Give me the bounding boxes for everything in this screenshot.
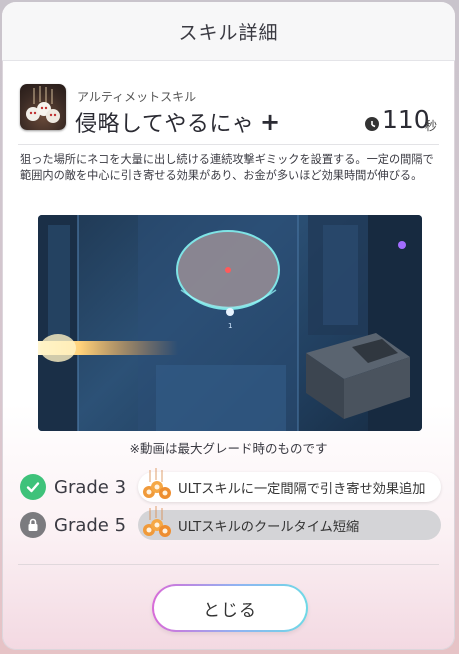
skill-category: アルティメットスキル <box>77 90 197 104</box>
video-note: ※動画は最大グレード時のものです <box>129 441 328 456</box>
cooldown-unit: 秒 <box>425 119 438 133</box>
grade-row-5: Grade 5 ULTスキルのクールタイム短縮 <box>20 506 441 541</box>
divider <box>18 144 439 145</box>
cat-bombs-icon <box>140 468 174 504</box>
close-button-label: とじる <box>203 600 257 621</box>
grade-effect-pill: ULTスキルのクールタイム短縮 <box>138 506 441 540</box>
grade-row-3: Grade 3 ULTスキルに一定間隔で引き寄せ効果追加 <box>20 468 441 503</box>
grade-effect-text: ULTスキルに一定間隔で引き寄せ効果追加 <box>178 481 426 497</box>
clock-icon <box>365 117 379 131</box>
grade-label: Grade 5 <box>54 514 127 536</box>
player-marker-label: 1 <box>228 322 232 330</box>
grade-label: Grade 3 <box>54 476 127 498</box>
lock-icon <box>20 512 46 538</box>
dialog-header: スキル詳細 <box>2 2 455 61</box>
check-icon <box>20 474 46 500</box>
close-button[interactable]: とじる <box>152 584 308 632</box>
skill-name: 侵略してやるにゃ <box>75 112 255 137</box>
dialog-title: スキル詳細 <box>178 21 279 44</box>
cat-bombs-icon <box>140 506 174 542</box>
cooldown-value: 110 <box>382 105 430 134</box>
skill-description: 狙った場所にネコを大量に出し続ける連続攻撃ギミックを設置する。一定の間隔で範囲内… <box>20 153 434 182</box>
divider <box>18 564 439 565</box>
cat-bombs-icon <box>20 84 66 130</box>
grade-effect-text: ULTスキルのクールタイム短縮 <box>178 519 360 535</box>
skill-detail-dialog: スキル詳細 アルティメットスキル 侵略してやるにゃ + 110 秒 狙った場所に… <box>2 2 455 650</box>
plus-icon: + <box>260 108 281 136</box>
skill-preview-video[interactable]: 1 <box>38 215 422 431</box>
grade-effect-pill: ULTスキルに一定間隔で引き寄せ効果追加 <box>138 468 441 502</box>
